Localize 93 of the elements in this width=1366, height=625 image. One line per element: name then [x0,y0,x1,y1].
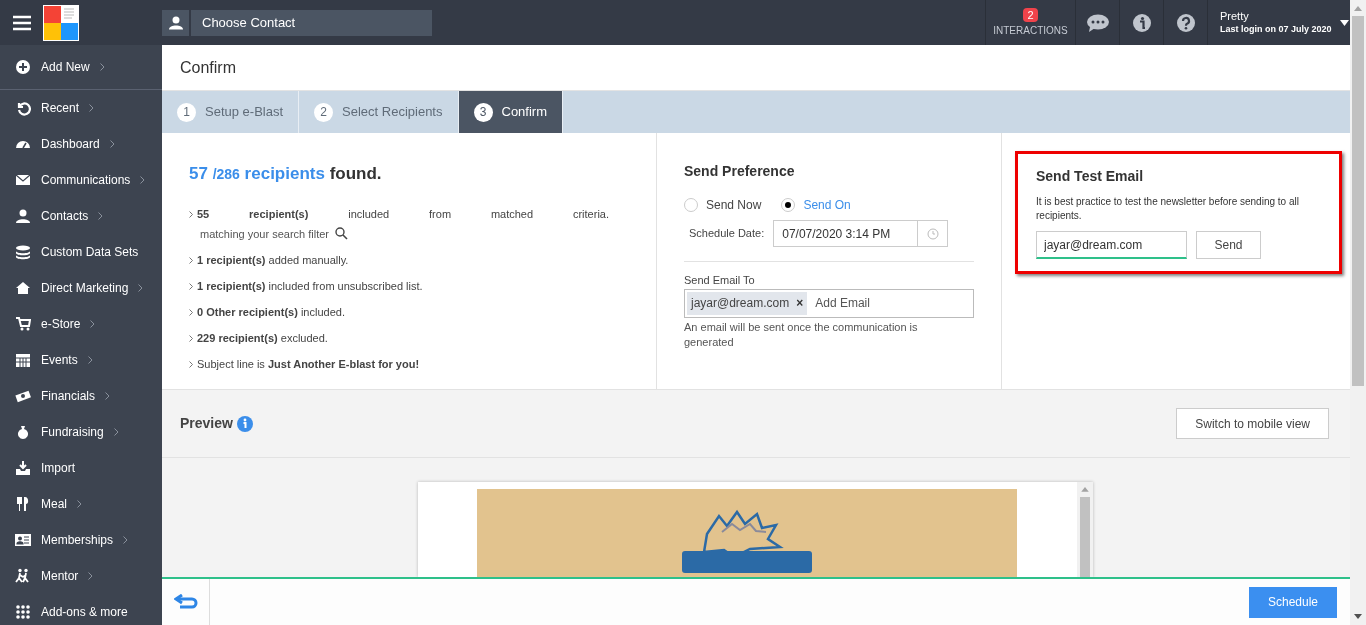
chevron-right-icon [189,308,193,316]
chevron-right-icon [189,210,193,218]
field-label: Schedule Date: [689,226,765,242]
test-email-field[interactable]: jayar@dream.com [1036,231,1187,259]
house-icon [15,280,31,296]
logo-icon[interactable] [43,4,79,41]
contact-button[interactable] [162,9,189,36]
search-icon[interactable] [335,227,348,240]
chevron-right-icon [77,500,82,508]
running-figures-icon [15,568,31,584]
summary-line: 0 Other recipient(s) included. [197,304,346,320]
id-card-icon [15,532,31,548]
person-icon [168,15,183,30]
description-text: It is best practice to test the newsletter before sending to all recipients. [1036,195,1300,223]
user-name: Pretty [1220,9,1250,23]
count-badge: 2 [1023,7,1038,22]
chevron-right-icon [138,284,144,292]
radio-option[interactable]: Send On [781,196,851,214]
grid-icon [15,604,31,620]
back-arrow-icon[interactable] [173,594,198,610]
money-bag-icon [15,424,31,440]
chevron-right-icon [87,356,93,364]
chevron-right-icon [140,176,146,184]
sidebar-item[interactable]: Add-ons & more [0,594,162,625]
chat-bubble-icon [1086,13,1109,32]
email-tags-field[interactable]: jayar@dream.com × Add Email [684,288,974,318]
chevron-right-icon [189,282,193,290]
info-icon[interactable] [236,415,253,432]
section-title: Send Test Email [1036,167,1145,186]
sidebar-item[interactable]: e-Store [0,306,162,342]
chevron-right-icon [99,63,105,71]
envelope-icon [15,172,31,188]
stack-icon [15,244,31,260]
chevron-right-icon [189,256,193,264]
sidebar-item[interactable]: Events [0,342,162,378]
chevron-right-icon [88,572,94,580]
chevron-right-icon [98,212,104,220]
scrollbar[interactable] [1077,482,1093,577]
summary-line: 1 recipient(s) added manually. [197,252,350,268]
sidebar-item[interactable]: Fundraising [0,414,162,450]
download-tray-icon [15,460,31,476]
field-label: Send Email To [684,273,756,288]
help-text: An email will be sent once the communication is generated [684,319,919,350]
section-title: Send Preference [684,162,796,181]
chevron-right-icon [89,104,95,112]
person-icon [15,208,31,224]
arrow-down-icon[interactable] [1354,614,1362,619]
summary-line: Subject line is Just Another E-blast for you! [197,356,421,372]
cart-icon [15,316,31,332]
info-icon [1132,13,1151,32]
filter-note: matching your search filter [200,226,329,242]
radio-option[interactable]: Send Now [684,196,762,214]
summary-line: 229 recipient(s) excluded. [197,330,329,346]
sidebar-item[interactable]: Add New [0,45,162,89]
sidebar-item[interactable]: Dashboard [0,126,162,162]
last-login-text: Last login on 07 July 2020 [1220,22,1332,36]
undo-icon [15,100,31,116]
sidebar-item[interactable]: Mentor [0,558,162,594]
send-button[interactable]: Send [1196,231,1261,259]
email-chip[interactable]: jayar@dream.com × [687,291,808,315]
switch-view-button[interactable]: Switch to mobile view [1176,408,1329,439]
sidebar-item[interactable]: Import [0,450,162,486]
summary-line: 55 recipient(s) included from matched criteria. [197,206,609,222]
caret-icon [1339,19,1349,26]
page-title: Confirm [180,57,236,78]
sidebar-item[interactable]: Contacts [0,198,162,234]
summary-line: 1 recipient(s) included from unsubscribed list. [197,278,424,294]
choose-contact-field[interactable]: Choose Contact [191,9,432,36]
utensils-icon [15,496,31,512]
sidebar-item[interactable]: Financials [0,378,162,414]
chevron-right-icon [105,392,111,400]
sidebar-item[interactable]: Recent [0,90,162,126]
calendar-icon [15,352,31,368]
sidebar-item[interactable]: Custom Data Sets [0,234,162,270]
sidebar-item[interactable]: Memberships [0,522,162,558]
date-field[interactable]: 07/07/2020 3:14 PM [773,220,949,247]
chevron-right-icon [189,360,193,368]
sidebar-item[interactable]: Communications [0,162,162,198]
help-icon [1176,13,1195,32]
chevron-right-icon [113,428,119,436]
menu-icon[interactable] [12,14,31,31]
chevron-right-icon [189,334,193,342]
chevron-right-icon [90,320,96,328]
plus-circle-icon [15,59,31,75]
recipients-heading: 57 /286 recipients found. [189,163,383,185]
chevron-right-icon [109,140,115,148]
chevron-right-icon [123,536,129,544]
scrollbar[interactable] [1350,0,1366,625]
sidebar-item[interactable]: Direct Marketing [0,270,162,306]
preview-title: Preview [180,414,233,433]
step-tab[interactable]: 3 Confirm [458,91,563,133]
remove-button[interactable]: × [796,294,804,312]
sidebar-item[interactable]: Meal [0,486,162,522]
